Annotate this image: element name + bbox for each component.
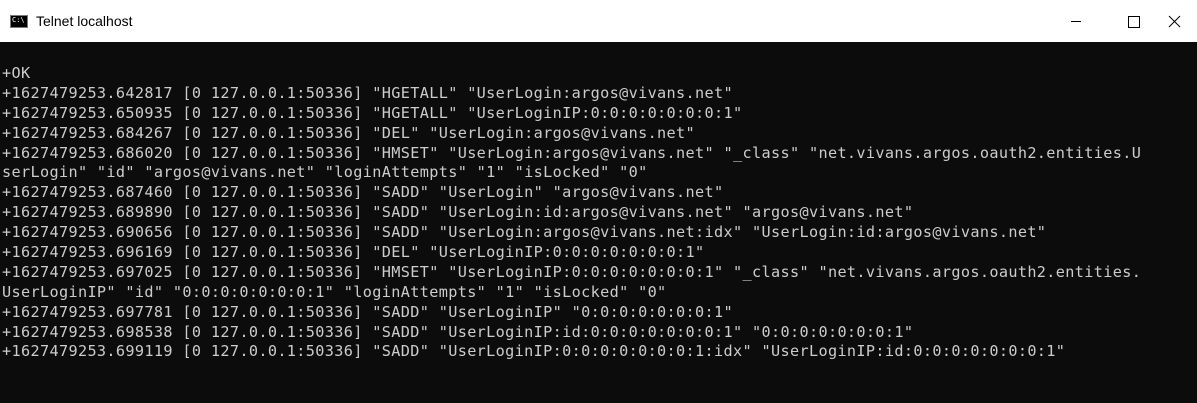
console-line: +1627479253.642817 [0 127.0.0.1:50336] "… <box>2 83 734 102</box>
title-bar[interactable]: C:\ Telnet localhost <box>0 0 1197 42</box>
console-line: +1627479253.699119 [0 127.0.0.1:50336] "… <box>2 342 1066 361</box>
console-output[interactable]: +OK +1627479253.642817 [0 127.0.0.1:5033… <box>0 42 1197 403</box>
close-icon <box>1168 15 1181 28</box>
console-line: UserLoginIP" "id" "0:0:0:0:0:0:0:1" "log… <box>2 282 667 301</box>
console-icon[interactable]: C:\ <box>10 15 28 28</box>
console-line: +OK <box>2 64 31 82</box>
console-icon-glyph: C:\ <box>12 16 25 24</box>
console-line: +1627479253.698538 [0 127.0.0.1:50336] "… <box>2 322 914 341</box>
console-line: +1627479253.689890 [0 127.0.0.1:50336] "… <box>2 203 914 222</box>
console-line: +1627479253.687460 [0 127.0.0.1:50336] "… <box>2 183 724 202</box>
console-line: +1627479253.684267 [0 127.0.0.1:50336] "… <box>2 123 696 142</box>
close-button[interactable] <box>1151 0 1197 42</box>
console-line: +1627479253.690656 [0 127.0.0.1:50336] "… <box>2 223 1047 242</box>
maximize-button[interactable] <box>1110 0 1156 42</box>
console-line: +1627479253.650935 [0 127.0.0.1:50336] "… <box>2 103 743 122</box>
minimize-icon <box>1071 21 1081 22</box>
console-line: +1627479253.696169 [0 127.0.0.1:50336] "… <box>2 243 705 262</box>
console-lines: +OK +1627479253.642817 [0 127.0.0.1:5033… <box>2 63 1197 361</box>
maximize-icon <box>1128 16 1140 28</box>
telnet-window: C:\ Telnet localhost +OK +1627479253.642… <box>0 0 1197 403</box>
console-line: +1627479253.697025 [0 127.0.0.1:50336] "… <box>2 262 1142 281</box>
console-line: +1627479253.686020 [0 127.0.0.1:50336] "… <box>2 143 1142 162</box>
minimize-button[interactable] <box>1053 0 1099 42</box>
console-line: +1627479253.697781 [0 127.0.0.1:50336] "… <box>2 302 734 321</box>
console-line: serLogin" "id" "argos@vivans.net" "login… <box>2 163 648 182</box>
window-title: Telnet localhost <box>36 13 133 29</box>
